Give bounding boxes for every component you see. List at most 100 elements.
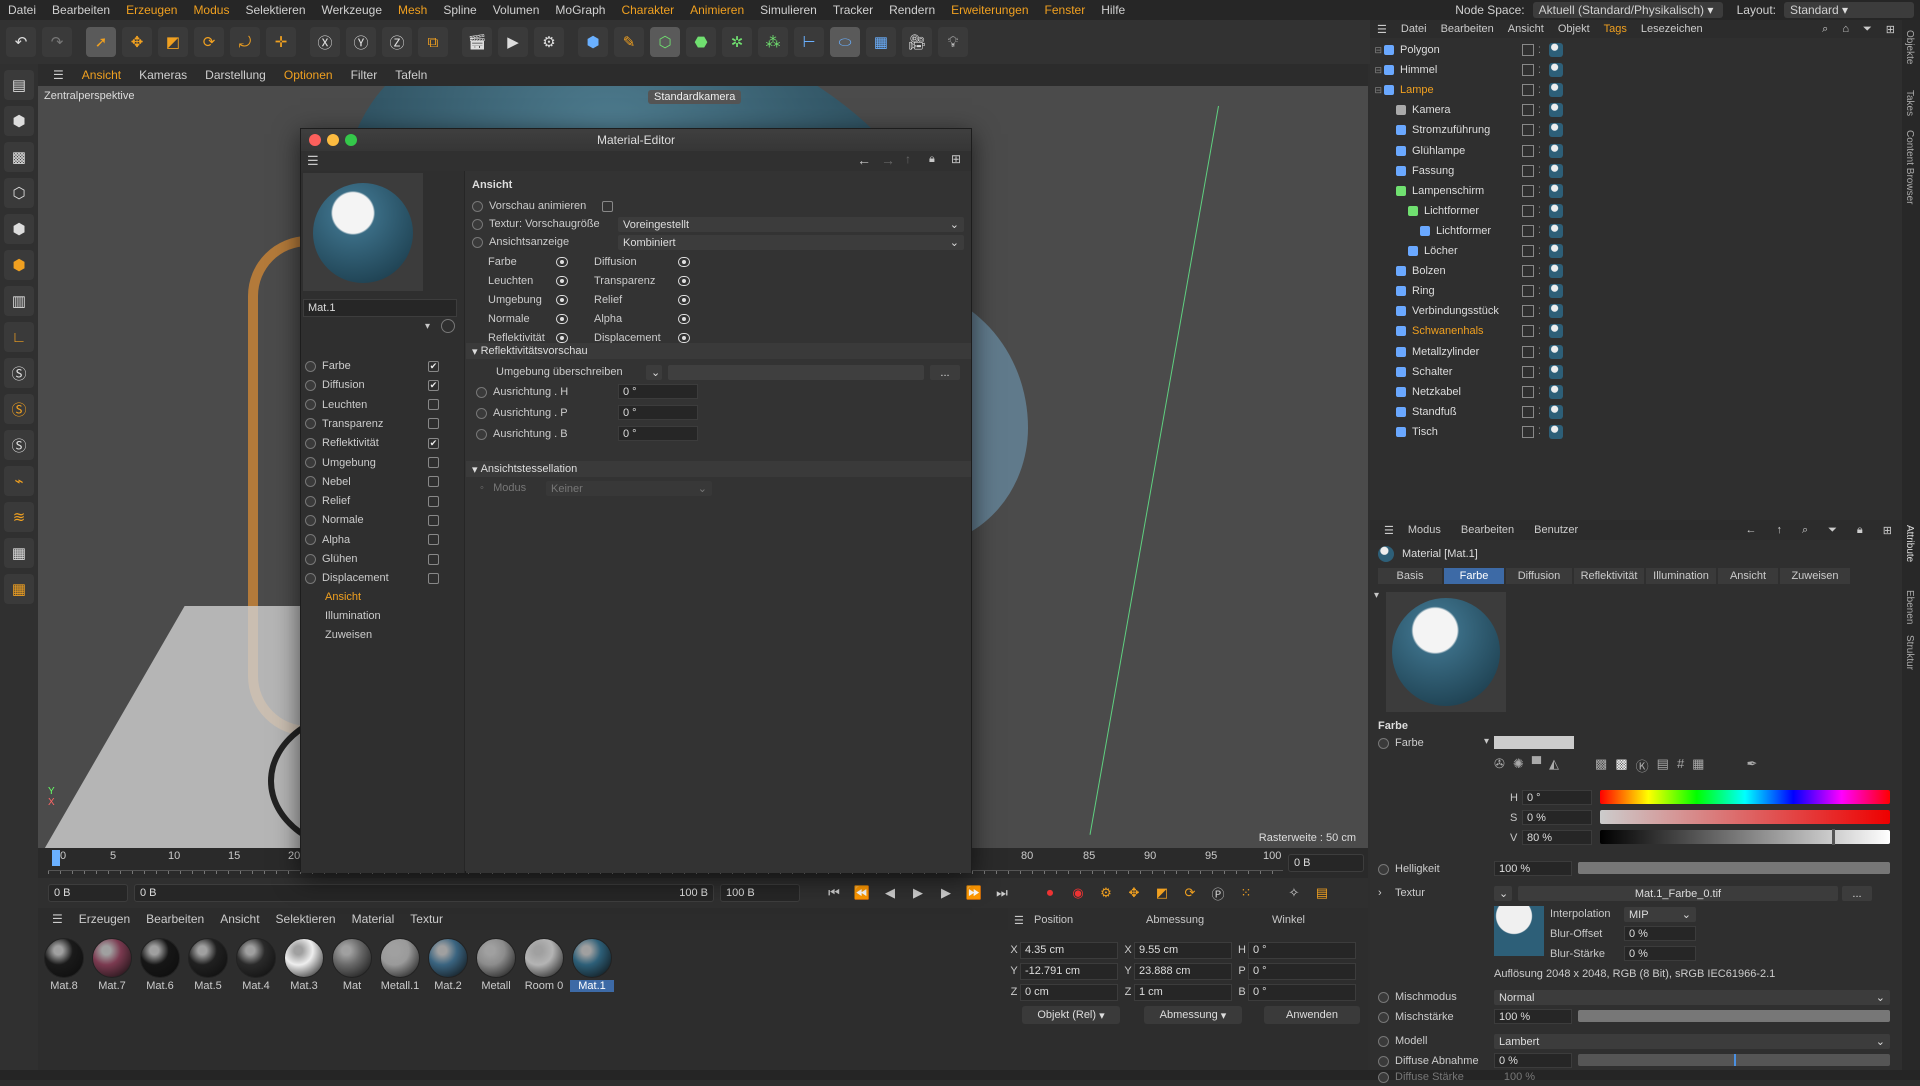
- material-item[interactable]: Mat.4: [234, 938, 278, 992]
- kelvin-icon[interactable]: ◭: [1549, 756, 1559, 775]
- visibility-dots-icon[interactable]: ⁚: [1538, 306, 1541, 317]
- diffuse-falloff-knob[interactable]: [1734, 1054, 1736, 1066]
- om-menu-datei[interactable]: Datei: [1394, 23, 1434, 35]
- channel-anim-icon[interactable]: [305, 360, 316, 372]
- visibility-dots-icon[interactable]: ⁚: [1538, 65, 1541, 76]
- tweak-icon[interactable]: ▦: [4, 574, 34, 604]
- material-tag-icon[interactable]: [1548, 304, 1563, 319]
- attr-tab[interactable]: Zuweisen: [1780, 568, 1850, 584]
- cube-icon[interactable]: ⬢: [578, 27, 608, 57]
- axis-mode-icon[interactable]: ∟: [4, 322, 34, 352]
- side-tab-takes[interactable]: Takes: [1904, 90, 1915, 116]
- channel-row[interactable]: Leuchten: [305, 396, 461, 414]
- channel-checkbox[interactable]: ✔: [428, 437, 439, 449]
- object-row[interactable]: Schwanenhals ⁚: [1370, 321, 1902, 341]
- material-item[interactable]: Mat.7: [90, 938, 134, 992]
- attr-menu-bearbeiten[interactable]: Bearbeiten: [1451, 524, 1524, 536]
- color-expand-icon[interactable]: ▾: [1484, 736, 1489, 747]
- up-arrow-icon[interactable]: ↑: [1766, 524, 1792, 536]
- edit-visibility-icon[interactable]: [1522, 44, 1534, 56]
- menu-erzeugen[interactable]: Erzeugen: [118, 3, 185, 17]
- attr-menu-modus[interactable]: Modus: [1398, 524, 1451, 536]
- search-icon[interactable]: ⌕: [1815, 23, 1835, 36]
- menu-spline[interactable]: Spline: [435, 3, 484, 17]
- eye-icon[interactable]: [678, 295, 690, 305]
- attr-tab[interactable]: Diffusion: [1506, 568, 1572, 584]
- camera-icon[interactable]: 🎥︎: [902, 27, 932, 57]
- interpolation-dropdown[interactable]: MIP ⌄: [1624, 907, 1696, 922]
- material-item[interactable]: Mat.3: [282, 938, 326, 992]
- object-row[interactable]: Lampenschirm ⁚: [1370, 181, 1902, 201]
- undo-icon[interactable]: ↶: [6, 27, 36, 57]
- object-row[interactable]: ⊟ Polygon ⁚: [1370, 40, 1902, 60]
- tex-preview-anim-icon[interactable]: [472, 218, 483, 230]
- swatches-icon[interactable]: ▦: [1692, 756, 1704, 775]
- visibility-dots-icon[interactable]: ⁚: [1538, 386, 1541, 397]
- value-slider-knob[interactable]: [1832, 829, 1835, 845]
- eye-icon[interactable]: [678, 257, 690, 267]
- vp-menu-optionen[interactable]: Optionen: [275, 68, 342, 82]
- maximize-icon[interactable]: [345, 134, 357, 146]
- prev-frame-icon[interactable]: ◀: [879, 882, 901, 904]
- new-window-icon[interactable]: ⊞: [1879, 23, 1902, 36]
- om-menu-tags[interactable]: Tags: [1597, 23, 1634, 35]
- object-row[interactable]: ⊟ Lampe ⁚: [1370, 80, 1902, 100]
- edit-visibility-icon[interactable]: [1522, 144, 1534, 157]
- orientation-field[interactable]: 0 °: [618, 405, 698, 420]
- color-wheel-icon[interactable]: ✇: [1494, 756, 1505, 775]
- material-tag-icon[interactable]: [1548, 203, 1563, 218]
- channel-checkbox[interactable]: [428, 476, 439, 488]
- material-item[interactable]: Mat.6: [138, 938, 182, 992]
- channel-checkbox[interactable]: [428, 572, 439, 584]
- start-frame-field[interactable]: 0 B 100 B: [134, 884, 714, 902]
- key-param-icon[interactable]: Ⓟ: [1207, 882, 1229, 904]
- spline-icon[interactable]: ⬭: [830, 27, 860, 57]
- spectrum-icon[interactable]: ✺: [1513, 756, 1524, 775]
- menu-werkzeuge[interactable]: Werkzeuge: [314, 3, 390, 17]
- animate-preview-anim-icon[interactable]: [472, 200, 483, 212]
- current-frame-field[interactable]: 0 B: [48, 884, 128, 902]
- channel-checkbox[interactable]: ✔: [428, 360, 439, 372]
- menu-tracker[interactable]: Tracker: [825, 3, 881, 17]
- size-x-field[interactable]: 9.55 cm: [1134, 941, 1232, 959]
- filter-icon[interactable]: ⏷: [1856, 23, 1879, 36]
- channel-anim-icon[interactable]: [305, 437, 316, 449]
- env-override-dropdown[interactable]: ⌄: [646, 365, 662, 380]
- object-row[interactable]: Fassung ⁚: [1370, 161, 1902, 181]
- edit-visibility-icon[interactable]: [1522, 224, 1534, 237]
- menu-mograph[interactable]: MoGraph: [547, 3, 613, 17]
- go-end-icon[interactable]: ⏭: [991, 882, 1013, 904]
- hue-slider[interactable]: [1600, 790, 1890, 804]
- channel-anim-icon[interactable]: [305, 476, 316, 488]
- material-tag-icon[interactable]: [1548, 284, 1563, 299]
- lock-workplane-icon[interactable]: ▦: [4, 538, 34, 568]
- texture-mode-icon[interactable]: ▩: [4, 142, 34, 172]
- channel-checkbox[interactable]: [428, 514, 439, 526]
- brightness-field[interactable]: 100 %: [1494, 861, 1572, 876]
- eye-icon[interactable]: [556, 295, 568, 305]
- edit-visibility-icon[interactable]: [1522, 365, 1534, 378]
- model-anim-icon[interactable]: [1378, 1035, 1389, 1047]
- visibility-dots-icon[interactable]: ⁚: [1538, 266, 1541, 277]
- channel-row[interactable]: Glühen: [305, 550, 461, 568]
- vp-menu-filter[interactable]: Filter: [342, 68, 387, 82]
- channel-anim-icon[interactable]: [305, 514, 316, 526]
- visibility-dots-icon[interactable]: ⁚: [1538, 326, 1541, 337]
- mat-menu-ansicht[interactable]: Ansicht: [212, 912, 267, 926]
- model-mode-icon[interactable]: ⬢: [4, 106, 34, 136]
- material-tag-icon[interactable]: [1548, 123, 1563, 138]
- brightness-anim-icon[interactable]: [1378, 863, 1389, 875]
- channel-row[interactable]: Umgebung: [305, 454, 461, 472]
- side-tab-structure[interactable]: Struktur: [1904, 635, 1915, 670]
- material-tag-icon[interactable]: [1548, 364, 1563, 379]
- attr-tab[interactable]: Farbe: [1444, 568, 1504, 584]
- animate-preview-checkbox[interactable]: [602, 200, 614, 212]
- edit-visibility-icon[interactable]: [1522, 245, 1534, 257]
- attr-preview[interactable]: [1386, 592, 1506, 712]
- channel-anim-icon[interactable]: [305, 572, 316, 584]
- visibility-dots-icon[interactable]: ⁚: [1538, 426, 1541, 437]
- move-icon[interactable]: ✥: [122, 27, 152, 57]
- mixer-icon[interactable]: ▤: [1657, 756, 1669, 775]
- channel-checkbox[interactable]: [428, 553, 439, 565]
- key-position-icon[interactable]: ✥: [1123, 882, 1145, 904]
